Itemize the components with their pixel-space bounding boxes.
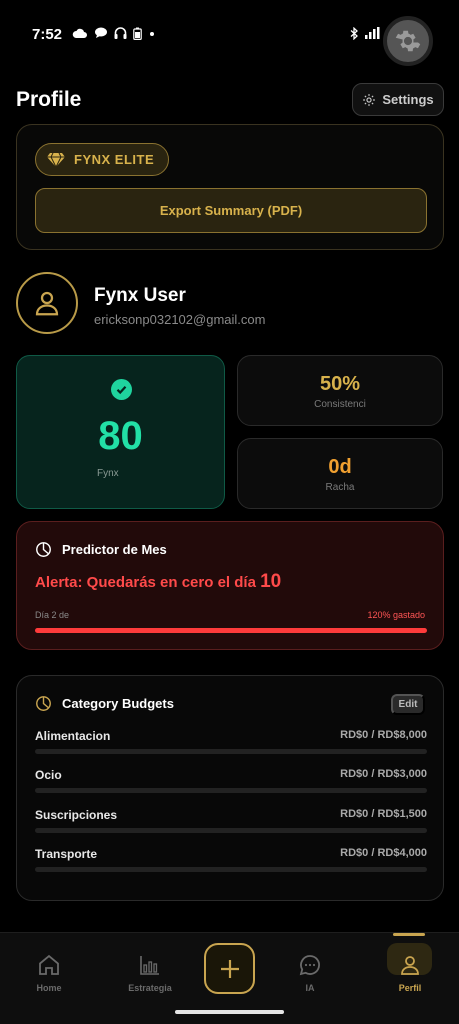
budget-amount: RD$0 / RD$8,000: [340, 729, 427, 741]
user-icon: [401, 956, 419, 975]
score-label: Fynx: [97, 468, 119, 479]
export-summary-button[interactable]: Export Summary (PDF): [35, 188, 427, 233]
chat-bubble-icon: [299, 955, 320, 976]
budget-progress-track: [35, 828, 427, 833]
diamond-icon: [47, 152, 65, 168]
bluetooth-icon: [350, 27, 358, 40]
status-bar: 7:52: [0, 0, 459, 70]
predictor-progress-bar: [35, 628, 427, 633]
elite-card: FYNX ELITE Export Summary (PDF): [16, 124, 444, 250]
elite-badge-label: FYNX ELITE: [74, 152, 155, 167]
user-name: Fynx User: [94, 285, 186, 306]
budget-amount: RD$0 / RD$3,000: [340, 768, 427, 780]
score-card: 80 Fynx: [16, 355, 225, 509]
settings-label: Settings: [382, 92, 434, 107]
streak-label: Racha: [325, 482, 355, 493]
predictor-day-label: Día 2 de: [35, 610, 70, 620]
budget-amount: RD$0 / RD$4,000: [340, 847, 427, 859]
home-icon: [39, 954, 59, 975]
battery-icon: [133, 27, 142, 40]
home-indicator: [175, 1010, 284, 1014]
nav-ai[interactable]: IA: [270, 953, 350, 993]
predictor-title: Predictor de Mes: [62, 542, 167, 557]
budget-row[interactable]: Ocio RD$0 / RD$3,000: [35, 768, 427, 798]
budget-row[interactable]: Suscripciones RD$0 / RD$1,500: [35, 808, 427, 838]
budget-name: Alimentacion: [35, 729, 111, 743]
predictor-alert-day: 10: [260, 571, 282, 592]
chat-icon: [95, 27, 107, 38]
nav-profile-label: Perfil: [398, 983, 422, 993]
consistency-card: 50% Consistenci: [237, 355, 443, 426]
budget-row[interactable]: Transporte RD$0 / RD$4,000: [35, 847, 427, 877]
consistency-value: 50%: [319, 373, 361, 395]
predictor-alert-prefix: Alerta: Quedarás en cero el día: [35, 574, 261, 591]
add-button[interactable]: [204, 943, 255, 994]
score-value: 80: [98, 414, 143, 458]
status-time: 7:52: [32, 26, 63, 43]
nav-home-label: Home: [36, 983, 62, 993]
check-icon: [111, 379, 132, 400]
budget-progress-track: [35, 788, 427, 793]
predictor-alert: Alerta: Quedarás en cero el día 10: [35, 571, 281, 593]
headphones-icon: [114, 27, 127, 39]
nav-active-indicator: [393, 933, 425, 936]
budget-name: Suscripciones: [35, 808, 118, 822]
avatar[interactable]: [16, 272, 78, 334]
dot-icon: [150, 32, 154, 36]
predictor-header: Predictor de Mes: [35, 541, 167, 558]
nav-home[interactable]: Home: [9, 953, 89, 993]
nav-ai-label: IA: [305, 983, 315, 993]
pie-chart-icon: [36, 542, 51, 557]
budget-header: Category Budgets: [35, 695, 174, 712]
streak-card: 0d Racha: [237, 438, 443, 509]
cloud-icon: [72, 28, 87, 38]
page-title: Profile: [16, 88, 82, 111]
gear-icon: [395, 30, 421, 52]
budget-amount: RD$0 / RD$1,500: [340, 808, 427, 820]
predictor-spent-label: 120% gastado: [367, 610, 425, 620]
pie-chart-icon: [36, 696, 51, 711]
budget-row[interactable]: Alimentacion RD$0 / RD$8,000: [35, 729, 427, 759]
user-icon: [35, 291, 59, 316]
predictor-card: Predictor de Mes Alerta: Quedarás en cer…: [16, 521, 444, 650]
edit-budgets-button[interactable]: Edit: [391, 694, 425, 715]
nav-profile[interactable]: Perfil: [370, 953, 450, 993]
bar-chart-icon: [140, 956, 159, 975]
budget-name: Transporte: [35, 847, 98, 861]
user-email: ericksonp032102@gmail.com: [94, 312, 266, 327]
budget-name: Ocio: [35, 768, 62, 782]
settings-button[interactable]: Settings: [352, 83, 444, 116]
budget-card: Category Budgets Edit Alimentacion RD$0 …: [16, 675, 444, 901]
nav-strategy[interactable]: Estrategia: [110, 953, 190, 993]
gear-icon: [363, 93, 376, 106]
budget-title: Category Budgets: [62, 696, 174, 711]
status-icons-left: [72, 27, 156, 40]
budget-progress-track: [35, 867, 427, 872]
streak-value: 0d: [328, 456, 352, 478]
consistency-label: Consistenci: [314, 399, 366, 410]
plus-icon: [220, 959, 239, 978]
signal-icon: [365, 27, 380, 39]
budget-progress-track: [35, 749, 427, 754]
nav-strategy-label: Estrategia: [128, 983, 172, 993]
elite-badge: FYNX ELITE: [35, 143, 170, 176]
floating-gear-button[interactable]: [383, 16, 433, 66]
